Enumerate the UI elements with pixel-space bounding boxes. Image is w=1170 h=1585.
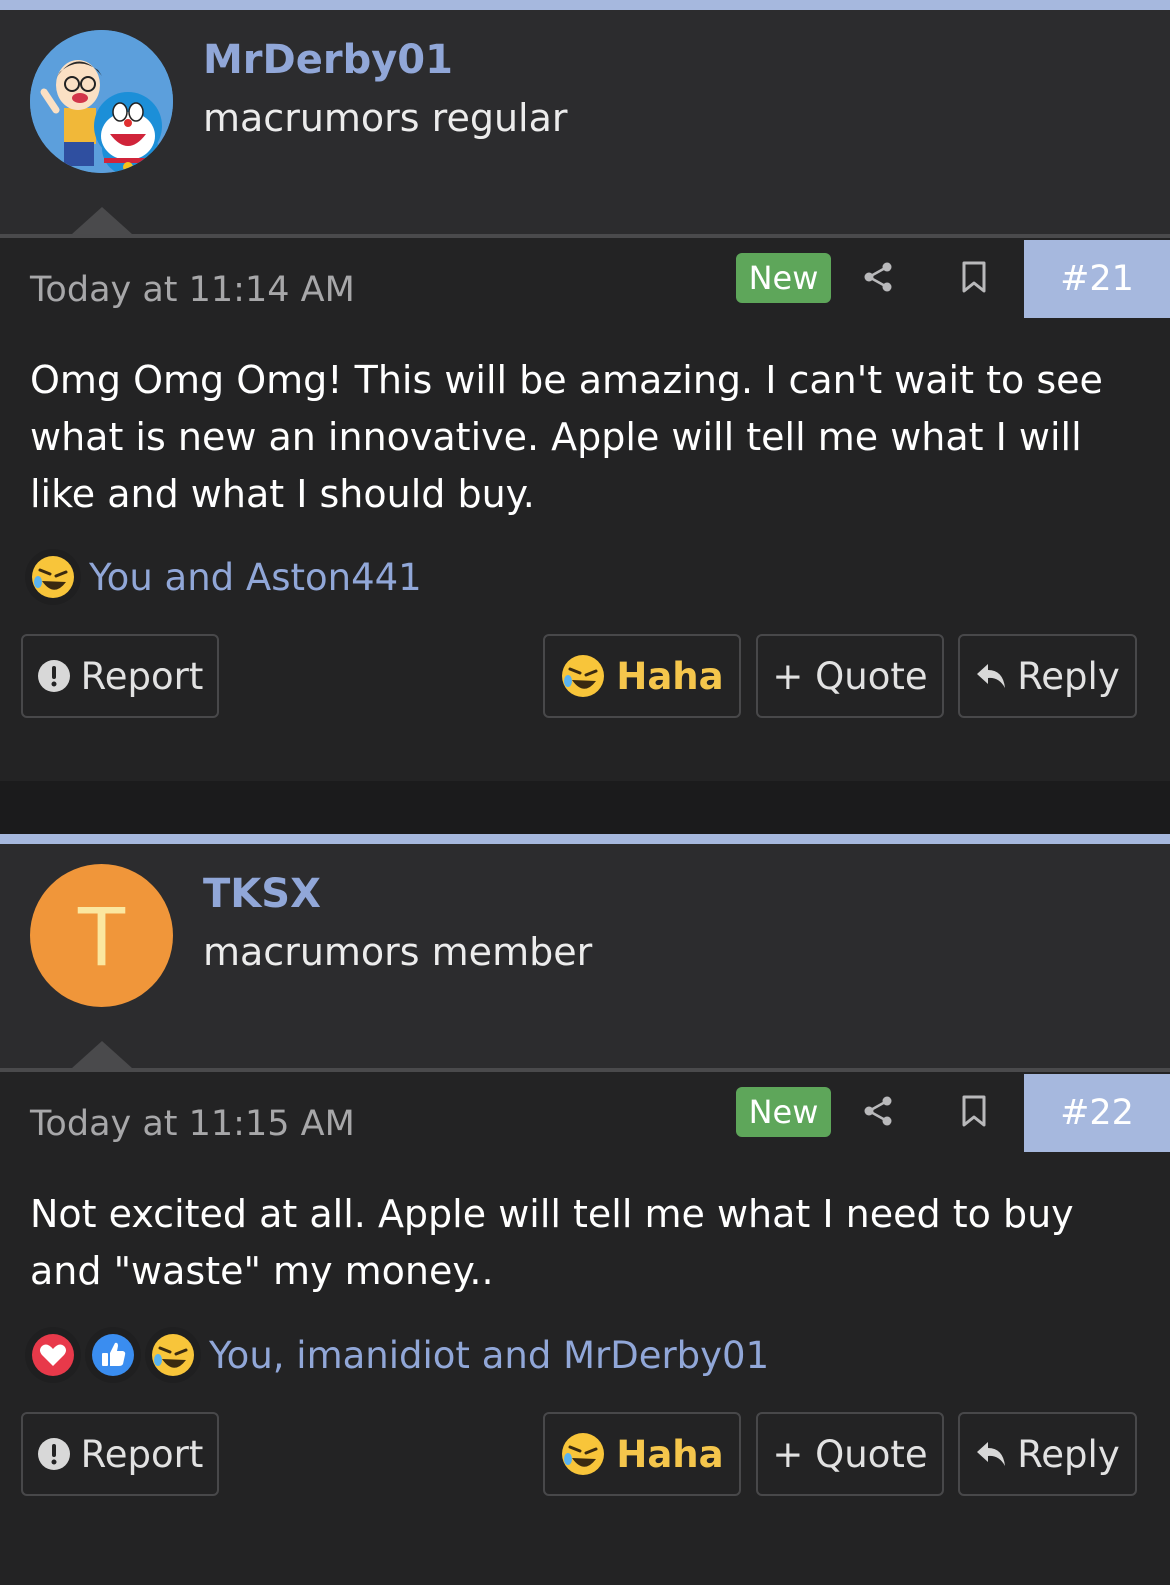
reply-arrow-icon (977, 1442, 1006, 1466)
report-label: Report (80, 654, 204, 698)
laughing-emoji-icon (25, 549, 81, 605)
post-top-bar (0, 0, 1170, 10)
header-arrow (72, 207, 132, 234)
laughing-emoji-icon (562, 655, 605, 697)
reply-arrow-icon (977, 664, 1006, 688)
reaction-users[interactable]: You and Aston441 (89, 556, 422, 599)
post-message: Not excited at all. Apple will tell me w… (30, 1192, 1074, 1293)
share-button[interactable] (853, 252, 903, 302)
haha-label: Haha (616, 654, 724, 698)
haha-reaction-button[interactable]: Haha (543, 634, 741, 718)
reactions-summary[interactable]: You and Aston441 (25, 549, 422, 605)
post-22: T TKSX macrumors member Today at 11:15 A… (0, 834, 1170, 1585)
quote-button[interactable]: + Quote (756, 1412, 944, 1496)
heart-icon (25, 1327, 81, 1383)
post-number-link[interactable]: #21 (1024, 240, 1170, 318)
new-badge: New (736, 253, 831, 303)
report-label: Report (80, 1432, 204, 1476)
user-title: macrumors member (203, 930, 593, 974)
avatar-letter: T (75, 888, 128, 983)
share-icon (864, 262, 892, 292)
post-timestamp[interactable]: Today at 11:15 AM (30, 1104, 355, 1144)
post-number-link[interactable]: #22 (1024, 1074, 1170, 1152)
haha-label: Haha (616, 1432, 724, 1476)
laughing-emoji-icon (562, 1433, 605, 1475)
user-header (0, 10, 1170, 234)
username[interactable]: MrDerby01 (203, 37, 453, 83)
header-arrow (72, 1041, 132, 1068)
thumbs-up-icon (85, 1327, 141, 1383)
quote-label: + Quote (772, 1432, 928, 1476)
reaction-users[interactable]: You, imanidiot and MrDerby01 (209, 1334, 769, 1377)
cartoon-avatar-icon (30, 30, 173, 173)
reply-button[interactable]: Reply (958, 634, 1137, 718)
quote-button[interactable]: + Quote (756, 634, 944, 718)
post-21: MrDerby01 macrumors regular Today at 11:… (0, 0, 1170, 781)
header-separator (0, 234, 1170, 238)
bookmark-button[interactable] (949, 1086, 999, 1136)
reply-label: Reply (1017, 1432, 1120, 1476)
bookmark-icon (962, 261, 986, 293)
post-timestamp[interactable]: Today at 11:14 AM (30, 270, 355, 310)
laughing-emoji-icon (145, 1327, 201, 1383)
bookmark-button[interactable] (949, 252, 999, 302)
reply-button[interactable]: Reply (958, 1412, 1137, 1496)
alert-icon (37, 660, 70, 692)
post-top-bar (0, 834, 1170, 844)
user-title: macrumors regular (203, 96, 568, 140)
reactions-summary[interactable]: You, imanidiot and MrDerby01 (25, 1327, 769, 1383)
share-button[interactable] (853, 1086, 903, 1136)
bookmark-icon (962, 1095, 986, 1127)
quote-label: + Quote (772, 654, 928, 698)
reply-label: Reply (1017, 654, 1120, 698)
avatar[interactable]: T (30, 864, 173, 1007)
alert-icon (37, 1438, 70, 1470)
report-button[interactable]: Report (21, 1412, 219, 1496)
username[interactable]: TKSX (203, 871, 321, 917)
report-button[interactable]: Report (21, 634, 219, 718)
avatar[interactable] (30, 30, 173, 173)
share-icon (864, 1096, 892, 1126)
header-separator (0, 1068, 1170, 1072)
post-message: Omg Omg Omg! This will be amazing. I can… (30, 358, 1103, 516)
new-badge: New (736, 1087, 831, 1137)
haha-reaction-button[interactable]: Haha (543, 1412, 741, 1496)
